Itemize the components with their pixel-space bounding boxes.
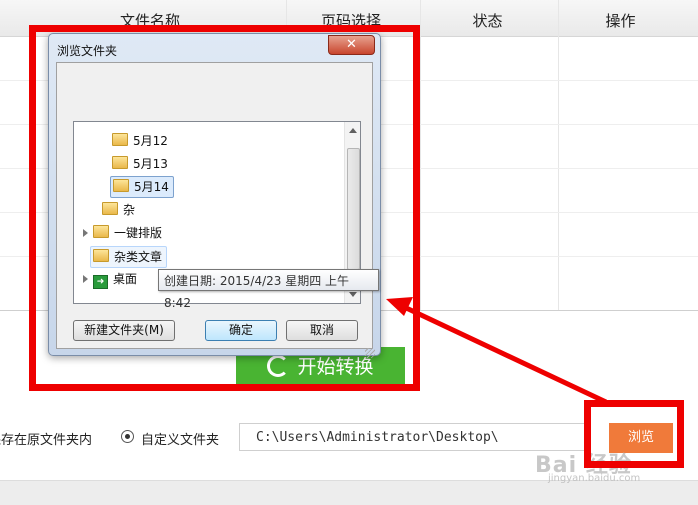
annotation-arrow-head: [386, 297, 413, 316]
annotation-arrow: [386, 297, 608, 405]
annotation-arrow-shaft: [400, 303, 608, 405]
